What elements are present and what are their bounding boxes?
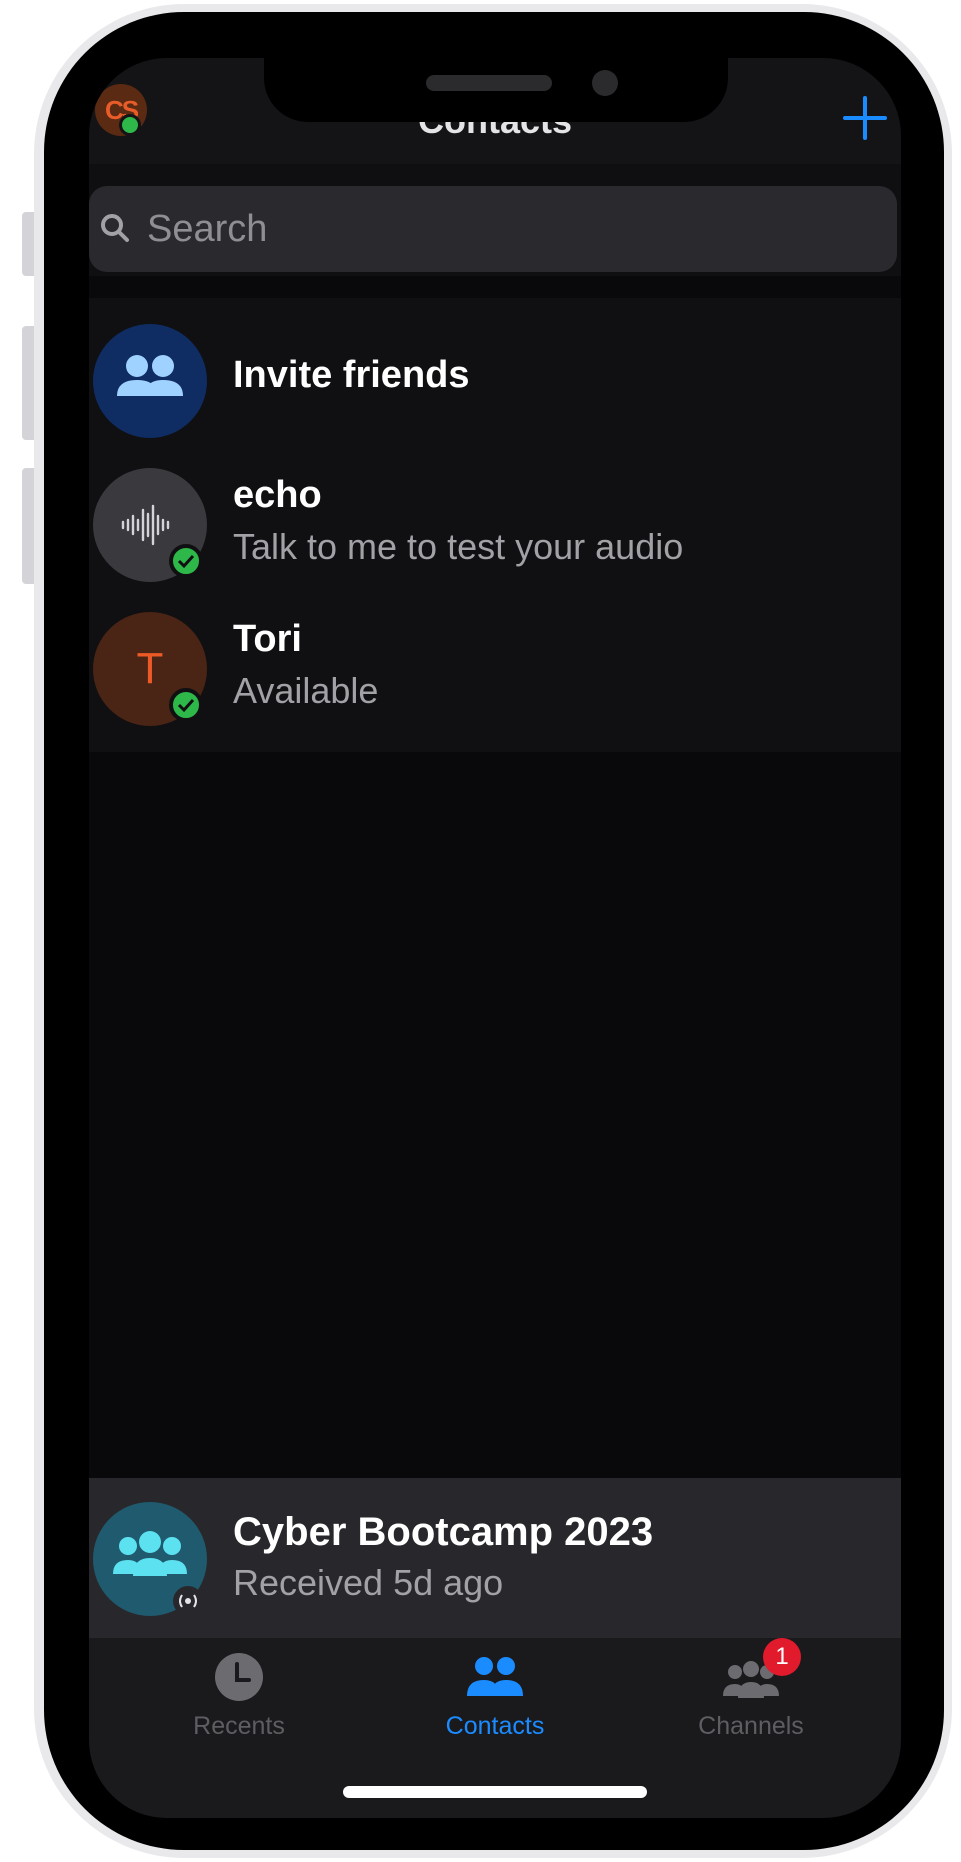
people-icon bbox=[117, 355, 183, 396]
volume-up-button bbox=[22, 326, 34, 440]
channel-name: Cyber Bootcamp 2023 bbox=[233, 1510, 654, 1554]
add-contact-button[interactable] bbox=[841, 94, 889, 142]
search-icon bbox=[101, 214, 129, 242]
front-camera bbox=[592, 70, 618, 96]
online-status-icon bbox=[169, 688, 203, 722]
channel-received-time: Received 5d ago bbox=[233, 1562, 504, 1603]
tab-label: Contacts bbox=[445, 1712, 545, 1740]
tori-avatar: T bbox=[93, 612, 207, 726]
speaker-grille bbox=[426, 75, 552, 91]
contact-row-tori[interactable]: T Tori Available bbox=[89, 586, 901, 752]
tab-contacts[interactable]: Contacts bbox=[380, 1638, 610, 1758]
unread-badge: 1 bbox=[763, 1638, 801, 1676]
invite-avatar bbox=[93, 324, 207, 438]
contact-row-invite-friends[interactable]: Invite friends bbox=[89, 298, 901, 464]
contact-row-echo[interactable]: echo Talk to me to test your audio bbox=[89, 442, 901, 608]
contact-status-text: Available bbox=[233, 670, 379, 711]
search-input[interactable] bbox=[147, 186, 887, 272]
active-channel-bar[interactable]: Cyber Bootcamp 2023 Received 5d ago bbox=[89, 1478, 901, 1638]
clock-icon bbox=[215, 1653, 263, 1701]
contact-name: echo bbox=[233, 474, 322, 516]
mute-switch bbox=[22, 212, 34, 276]
broadcast-icon bbox=[173, 1586, 203, 1616]
contact-status-text: Talk to me to test your audio bbox=[233, 526, 684, 567]
channel-avatar bbox=[93, 1502, 207, 1616]
volume-down-button bbox=[22, 468, 34, 584]
online-status-icon bbox=[169, 544, 203, 578]
search-bar[interactable] bbox=[89, 186, 897, 272]
contact-name: Invite friends bbox=[233, 354, 470, 396]
tab-label: Channels bbox=[698, 1712, 804, 1740]
tab-recents[interactable]: Recents bbox=[124, 1638, 354, 1758]
app-screen: CS Contacts bbox=[89, 58, 901, 1818]
tab-label: Recents bbox=[193, 1712, 285, 1740]
home-indicator[interactable] bbox=[343, 1786, 647, 1798]
contact-name: Tori bbox=[233, 618, 302, 660]
tab-channels[interactable]: 1 Channels bbox=[636, 1638, 866, 1758]
device-notch bbox=[264, 58, 728, 122]
contacts-icon bbox=[467, 1657, 523, 1696]
echo-avatar bbox=[93, 468, 207, 582]
plus-icon bbox=[843, 96, 887, 140]
